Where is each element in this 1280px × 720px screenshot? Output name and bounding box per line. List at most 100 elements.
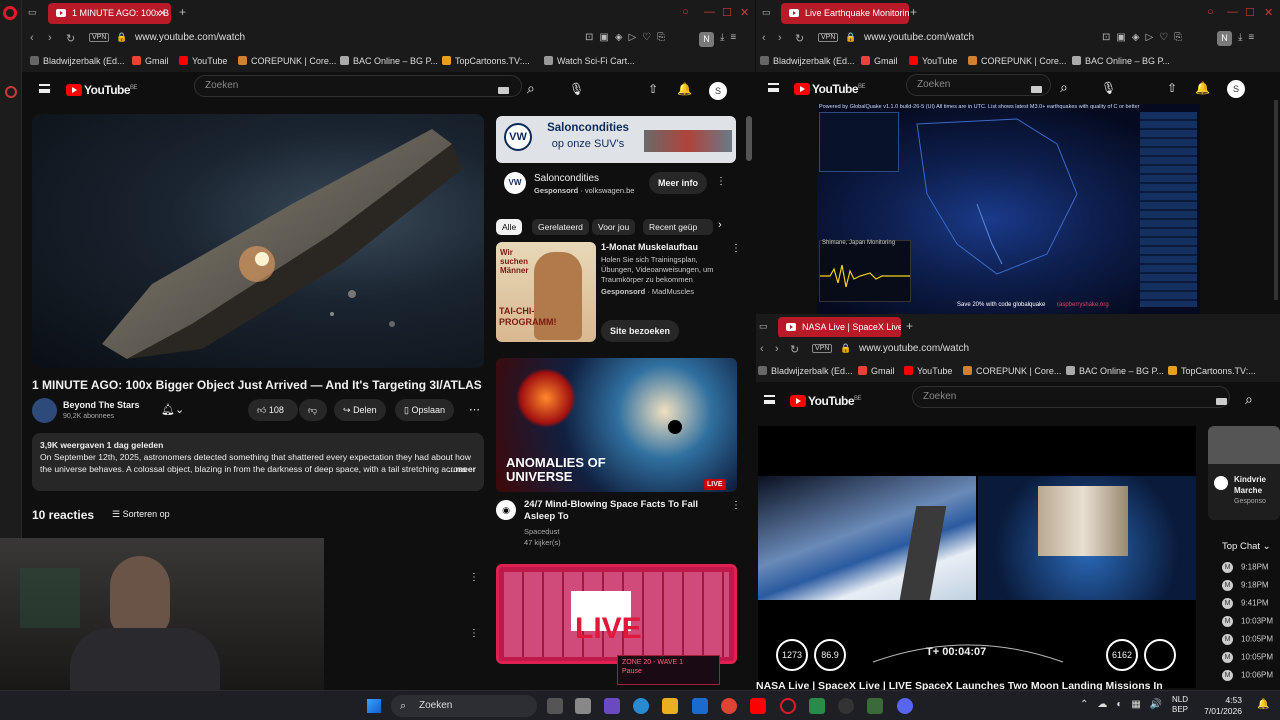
menu-icon[interactable]	[39, 84, 50, 93]
tab-menu-icon[interactable]: ▭	[28, 7, 37, 18]
bookmark-corepunk-2[interactable]: COREPUNK | Core...	[981, 56, 1066, 66]
rec1-title[interactable]: 1-Monat Muskelaufbau	[601, 242, 698, 252]
microphone-icon[interactable]: 🎙	[569, 82, 584, 96]
menu-icon-3[interactable]	[764, 395, 775, 404]
edge-icon[interactable]	[633, 698, 649, 714]
app-icon[interactable]	[867, 698, 883, 714]
download-menu-icons-2[interactable]: ⤓≡	[1238, 32, 1260, 43]
side-ad-card[interactable]: Kindvrie Marche Gesponso	[1208, 426, 1280, 520]
reload-icon-2[interactable]: ↻	[795, 32, 804, 45]
tab-active[interactable]: 1 MINUTE AGO: 100x B ✕	[48, 3, 171, 24]
search-input[interactable]: Zoeken	[194, 75, 522, 97]
maximize-icon-2[interactable]: ☐	[1245, 6, 1255, 19]
vw-ad-banner[interactable]: VW Saloncondities op onze SUV's	[496, 116, 736, 163]
rec3-thumbnail[interactable]: LIVE	[496, 564, 737, 664]
clock[interactable]: 4:53 7/01/2026	[1204, 695, 1242, 717]
bookmark-folder-3[interactable]: Bladwijzerbalk (Ed...	[771, 366, 853, 376]
language-indicator[interactable]: NLD BEP	[1172, 695, 1188, 715]
visit-site-button[interactable]: Site bezoeken	[601, 320, 680, 342]
close-window-icon-2[interactable]: ✕	[1264, 6, 1273, 19]
minimize-icon[interactable]: —	[704, 6, 715, 18]
earthquake-video-player[interactable]: Powered by GlobalQuake v1.1.0 build-26-5…	[817, 104, 1200, 314]
search-input-2[interactable]: Zoeken	[906, 74, 1051, 96]
bookmark-youtube-2[interactable]: YouTube	[922, 56, 957, 66]
search-icon[interactable]: ⌕	[527, 80, 535, 97]
bookmark-gmail[interactable]: Gmail	[145, 56, 169, 66]
youtube-taskbar-icon[interactable]	[750, 698, 766, 714]
notifications-icon-2[interactable]: 🔔	[1195, 81, 1210, 95]
search-icon-3[interactable]: ⌕	[1245, 391, 1253, 408]
profile-avatar-2[interactable]: N	[1217, 31, 1232, 46]
search-input-3[interactable]: Zoeken	[912, 386, 1230, 408]
search-tabs-icon-2[interactable]: ○	[1207, 6, 1214, 18]
sort-button[interactable]: ☰ Sorteren op	[112, 509, 170, 520]
reload-icon-3[interactable]: ↻	[790, 343, 799, 356]
more-options-icon[interactable]: ⋯	[469, 403, 480, 416]
save-button[interactable]: ▯ Opslaan	[395, 399, 454, 421]
rec2-title[interactable]: 24/7 Mind-Blowing Space Facts To Fall As…	[524, 499, 699, 523]
forward-icon-3[interactable]: ›	[775, 343, 779, 355]
chrome-icon[interactable]	[721, 698, 737, 714]
opera-taskbar-icon[interactable]	[780, 698, 796, 714]
new-tab-icon-2[interactable]: +	[910, 5, 917, 19]
teams-icon[interactable]	[604, 698, 620, 714]
taskbar-search[interactable]: ⌕ Zoeken	[391, 695, 537, 717]
sidebar-scrollbar[interactable]	[746, 116, 752, 161]
search-icon-2[interactable]: ⌕	[1060, 79, 1068, 96]
scrollbar-2[interactable]	[1274, 100, 1278, 300]
bookmark-bac[interactable]: BAC Online – BG P...	[353, 56, 438, 66]
bookmark-topcartoons-3[interactable]: TopCartoons.TV:...	[1181, 366, 1256, 376]
download-menu-icons[interactable]: ⤓≡	[720, 32, 742, 43]
youtube-logo[interactable]: YouTubeBE	[66, 83, 138, 97]
vpn-badge-3[interactable]: VPN	[812, 344, 833, 353]
top-chat-dropdown[interactable]: Top Chat ⌄	[1222, 541, 1271, 552]
new-tab-icon[interactable]: +	[179, 5, 186, 19]
rec2-thumbnail[interactable]: ANOMALIES OF UNIVERSE LIVE	[496, 358, 737, 492]
channel-name[interactable]: Beyond The Stars	[63, 400, 140, 410]
forward-icon-2[interactable]: ›	[778, 32, 782, 44]
main-video-player[interactable]	[32, 114, 484, 368]
maximize-icon[interactable]: ☐	[722, 6, 732, 19]
profile-avatar[interactable]: N	[699, 32, 714, 47]
back-icon-3[interactable]: ‹	[760, 343, 764, 355]
bookmark-scifi[interactable]: Watch Sci-Fi Cart...	[557, 56, 635, 66]
keyboard-icon-2[interactable]	[1031, 86, 1042, 93]
keyboard-icon-3[interactable]	[1216, 398, 1227, 405]
reload-icon[interactable]: ↻	[66, 32, 75, 45]
youtube-logo-3[interactable]: YouTubeBE	[790, 394, 862, 408]
chip-all[interactable]: Alle	[496, 219, 523, 235]
excel-icon[interactable]	[809, 698, 825, 714]
dislike-button[interactable]: 👎︎	[299, 399, 327, 421]
comment-menu-icon-2[interactable]: ⋮	[469, 628, 479, 639]
url-field-2[interactable]: www.youtube.com/watch	[864, 32, 974, 43]
ad-menu-icon[interactable]: ⋮	[716, 176, 726, 187]
back-icon-2[interactable]: ‹	[762, 32, 766, 44]
task-view-icon[interactable]	[547, 698, 563, 714]
like-button[interactable]: 👍︎ 108	[248, 399, 298, 421]
user-avatar-2[interactable]: S	[1227, 80, 1245, 98]
opera-logo-icon[interactable]	[3, 6, 17, 20]
back-icon[interactable]: ‹	[30, 32, 34, 44]
tray-icons[interactable]: ⌃☁◐▦🔊	[1080, 699, 1171, 710]
vpn-badge[interactable]: VPN	[89, 33, 110, 42]
nasa-video-player[interactable]: 1273 86.9 T+ 00:04:07 6162	[758, 426, 1196, 688]
tab-menu-icon-2[interactable]: ▭	[762, 7, 771, 18]
upload-icon-2[interactable]: ⇧	[1167, 81, 1177, 95]
share-button[interactable]: ↪ Delen	[334, 399, 386, 421]
bookmark-corepunk[interactable]: COREPUNK | Core...	[251, 56, 336, 66]
toolbar-icons-2[interactable]: ⊡▣◈▷♡⎘	[1102, 32, 1188, 43]
menu-icon-2[interactable]	[768, 83, 779, 92]
calculator-icon[interactable]	[575, 698, 591, 714]
microphone-icon-2[interactable]: 🎙	[1101, 81, 1116, 95]
bookmark-youtube-3[interactable]: YouTube	[917, 366, 952, 376]
chip-recent[interactable]: Recent geüp	[643, 219, 713, 235]
tab-earthquake[interactable]: Live Earthquake Monitoring	[781, 3, 909, 24]
chip-for-you[interactable]: Voor jou	[592, 219, 636, 235]
file-explorer-icon[interactable]	[662, 698, 678, 714]
forward-icon[interactable]: ›	[48, 32, 52, 44]
outlook-icon[interactable]	[692, 698, 708, 714]
windows-start-icon[interactable]	[367, 699, 381, 713]
bookmark-folder[interactable]: Bladwijzerbalk (Ed...	[43, 56, 125, 66]
search-tabs-icon[interactable]: ○	[682, 6, 689, 18]
channel-avatar[interactable]	[32, 398, 57, 423]
